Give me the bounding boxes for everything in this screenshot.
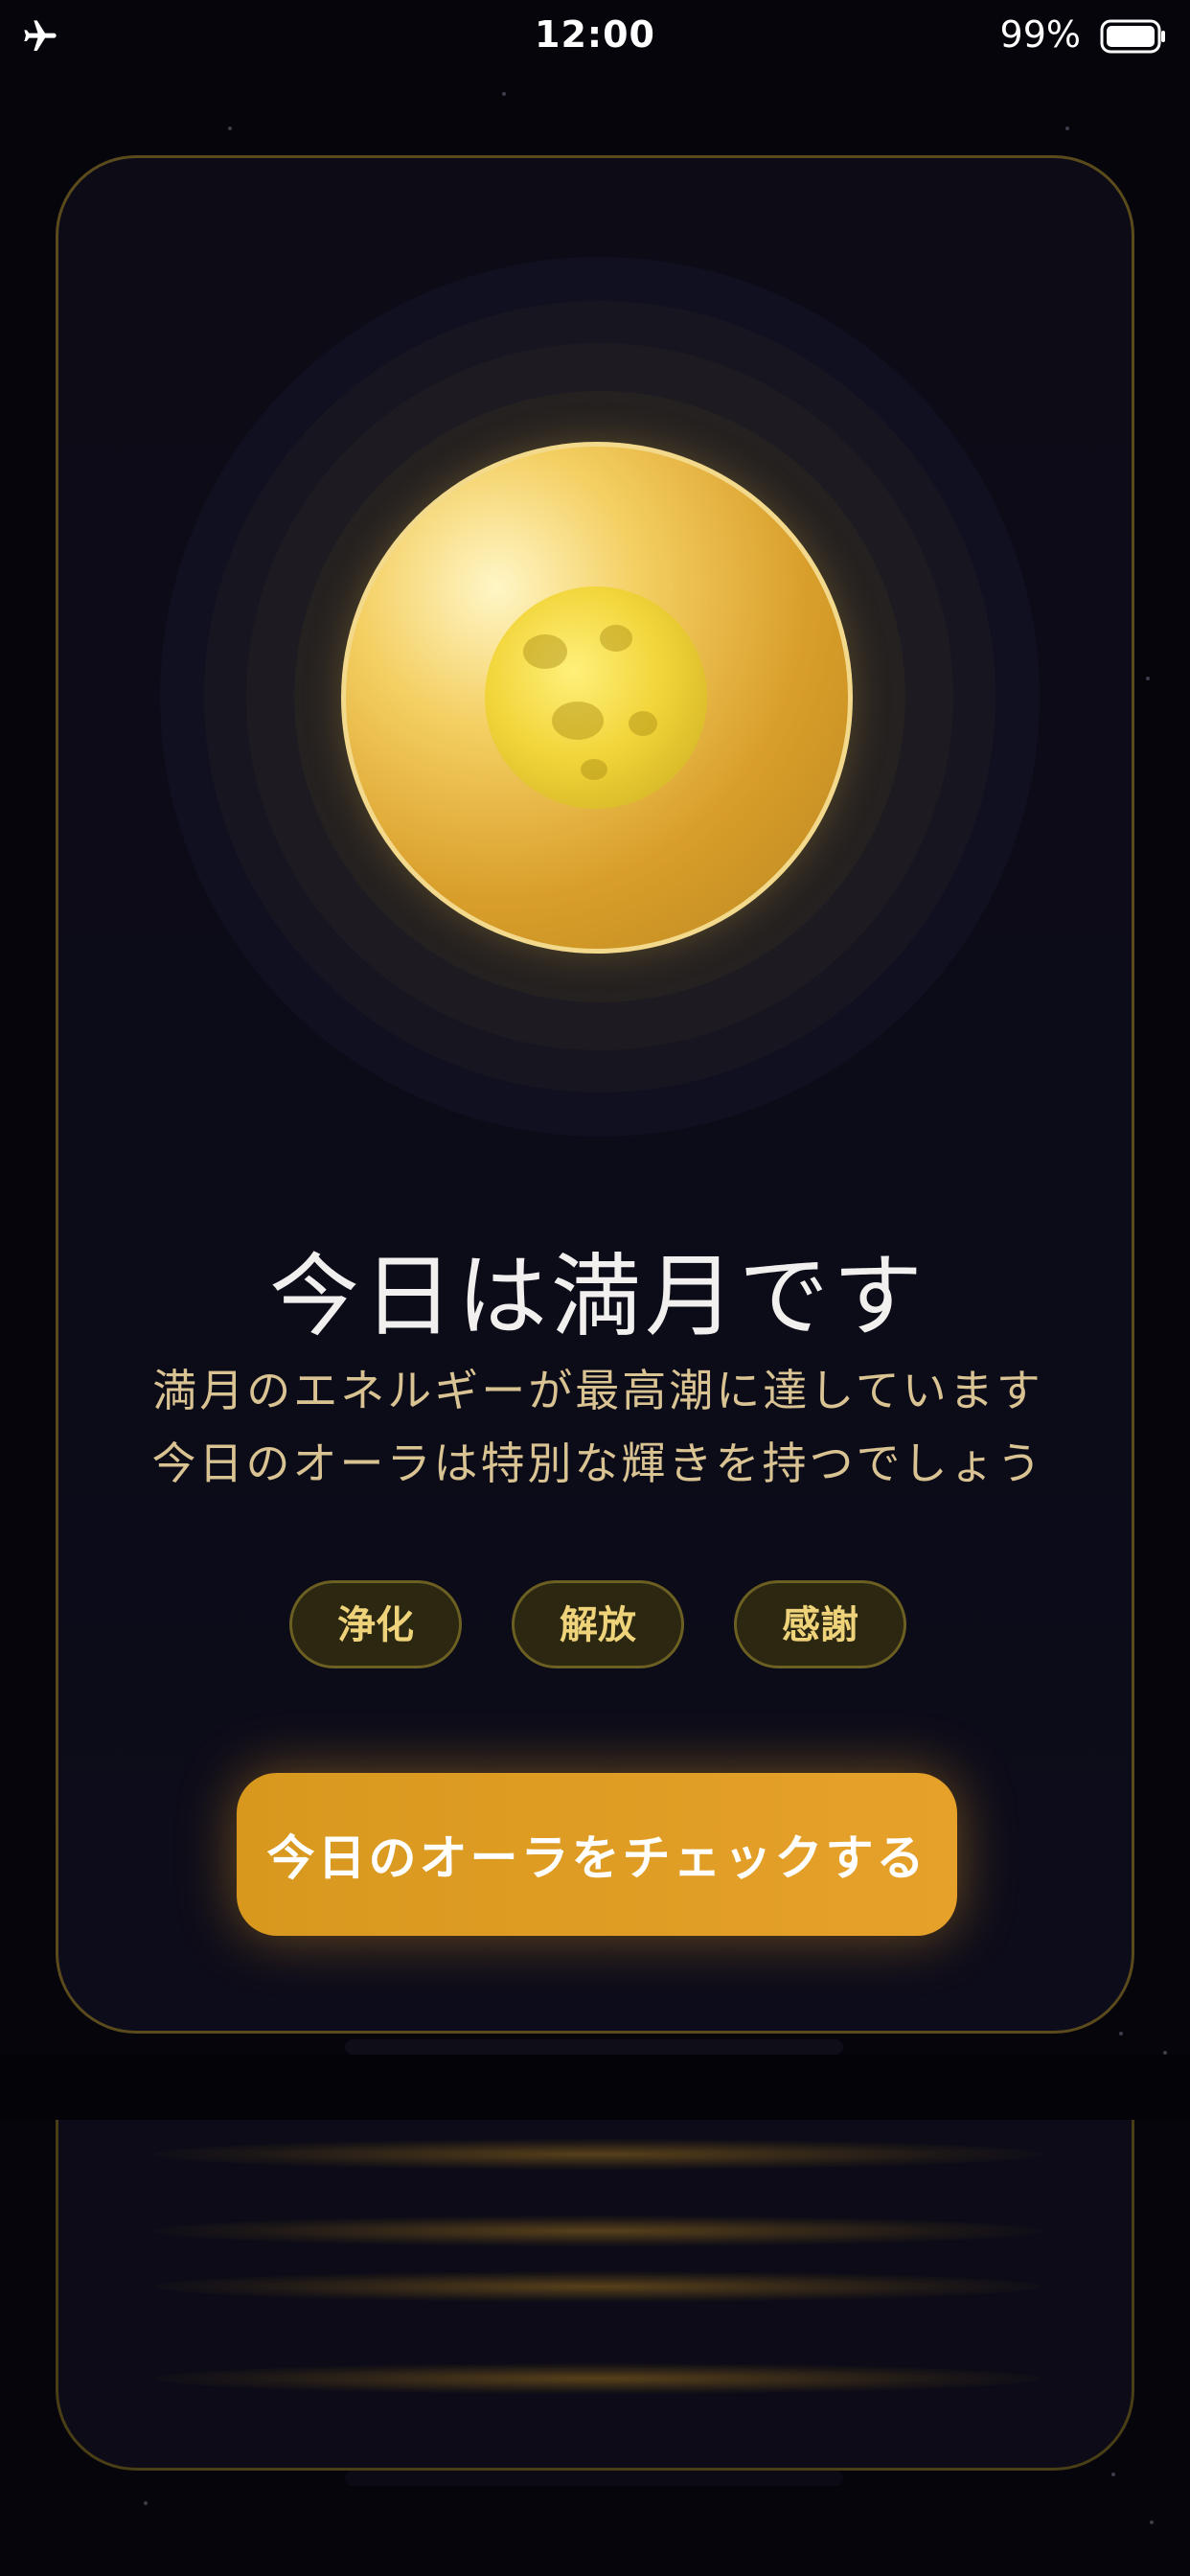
full-moon-icon bbox=[485, 586, 707, 809]
check-aura-button[interactable]: 今日のオーラをチェックする bbox=[237, 1773, 957, 1936]
description-line-1: 満月のエネルギーが最高潮に達しています bbox=[152, 1365, 1043, 1416]
card-shadow bbox=[345, 2471, 843, 2486]
tag-purification: 浄化 bbox=[289, 1580, 462, 1668]
tag-list: 浄化 解放 感謝 bbox=[58, 1580, 1137, 1668]
description-line-2: 今日のオーラは特別な輝きを持つでしょう bbox=[151, 1438, 1044, 1489]
status-bar: 12:00 99% bbox=[0, 0, 1190, 77]
card-shadow bbox=[345, 2039, 843, 2055]
battery-icon bbox=[1100, 19, 1165, 54]
divider-band bbox=[0, 2056, 1190, 2121]
battery-percentage: 99% bbox=[999, 13, 1081, 56]
moon-phase-card: 今日は満月です 満月のエネルギーが最高潮に達しています 今日のオーラは特別な輝き… bbox=[56, 155, 1134, 2034]
tag-release: 解放 bbox=[512, 1580, 684, 1668]
tag-gratitude: 感謝 bbox=[734, 1580, 906, 1668]
page-title: 今日は満月です bbox=[268, 1245, 927, 1349]
next-card-preview bbox=[56, 2120, 1134, 2471]
